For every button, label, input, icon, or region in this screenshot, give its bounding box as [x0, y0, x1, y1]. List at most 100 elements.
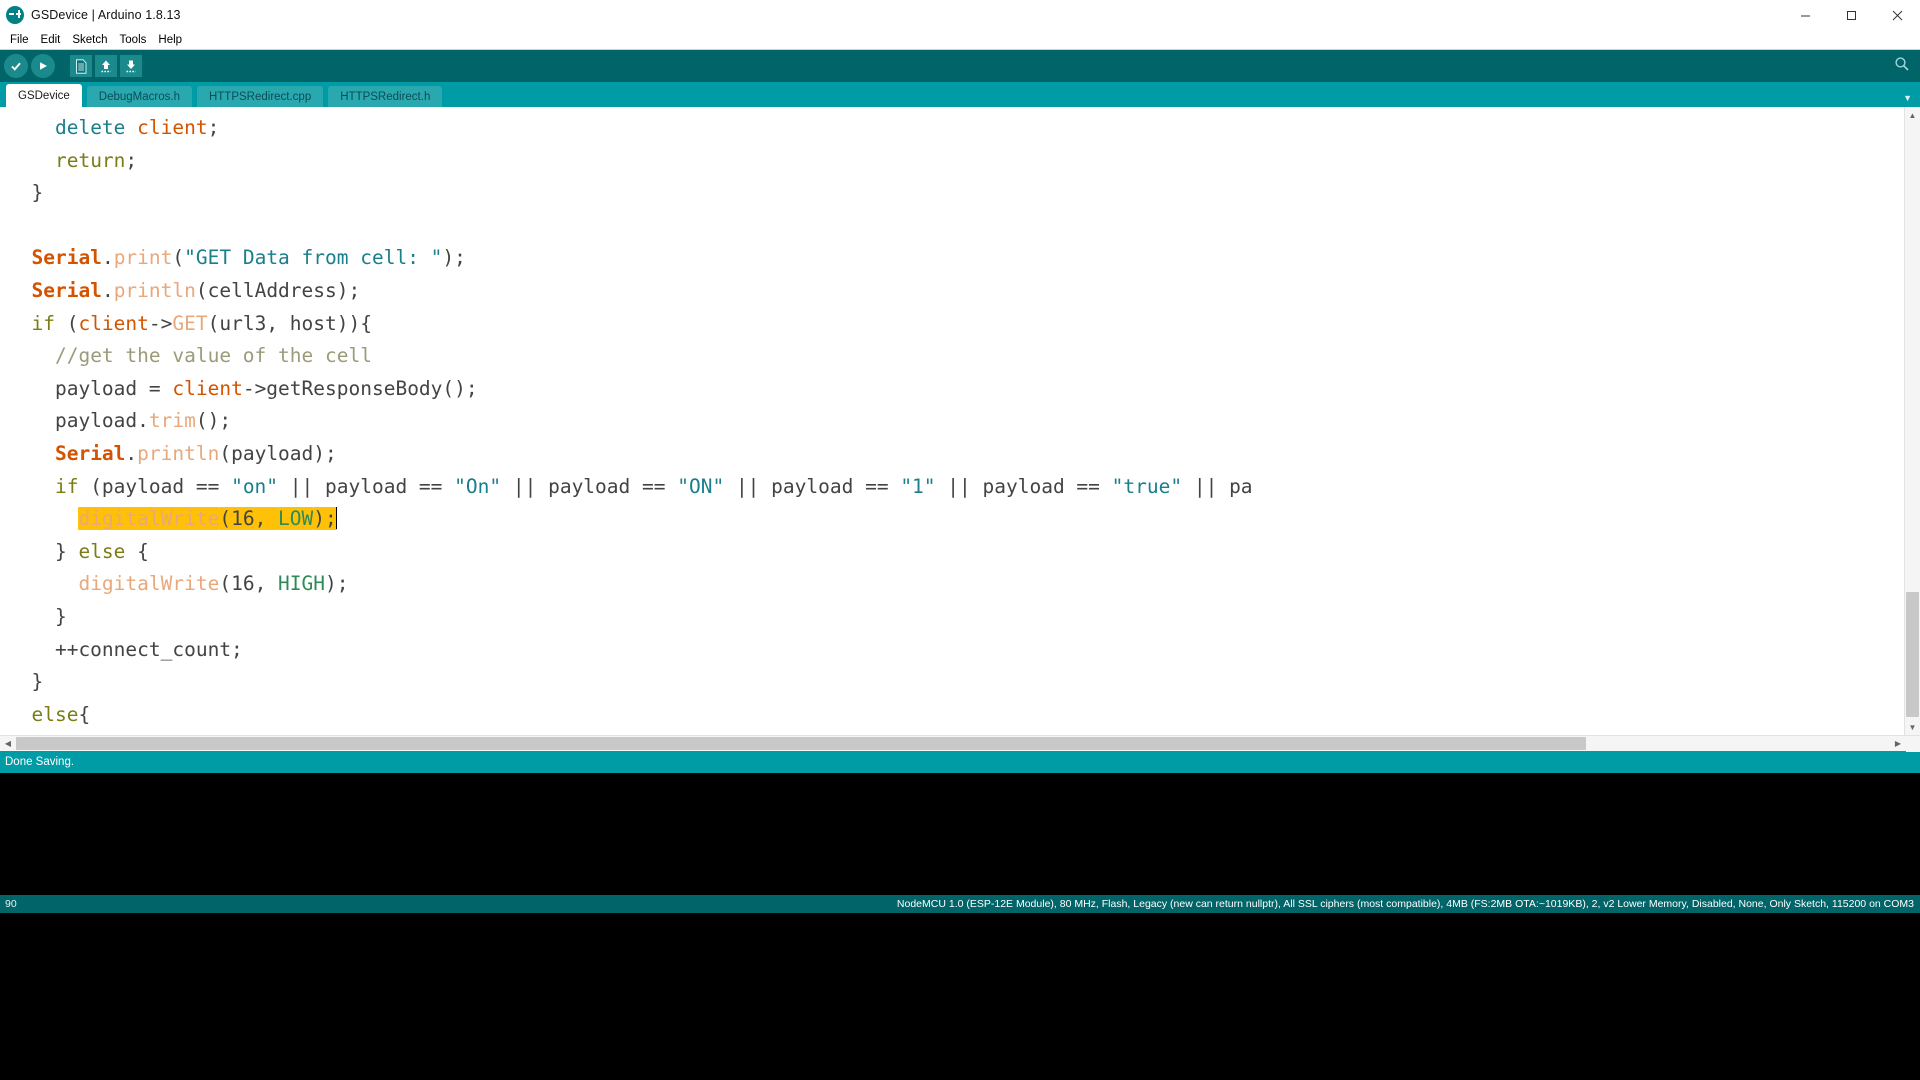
code-line[interactable]: payload.trim(); — [8, 405, 1920, 438]
code-editor[interactable]: delete client; return; } Serial.print("G… — [0, 107, 1920, 735]
serial-monitor-button[interactable] — [1892, 55, 1912, 77]
horizontal-scroll-track[interactable] — [16, 736, 1920, 752]
code-token-selected: digitalWrite — [78, 507, 220, 531]
code-token: (); — [195, 409, 232, 433]
scrollbar-corner — [1906, 736, 1920, 752]
code-token: (url3, host)){ — [207, 311, 372, 335]
open-button[interactable] — [95, 55, 117, 77]
arduino-infinity-icon — [6, 6, 24, 24]
code-token: || payload == — [278, 474, 455, 498]
code-line[interactable]: digitalWrite(16, HIGH); — [8, 568, 1920, 601]
tab-gsdevice[interactable]: GSDevice — [6, 84, 82, 107]
board-config-info: NodeMCU 1.0 (ESP-12E Module), 80 MHz, Fl… — [896, 898, 1914, 910]
code-line[interactable]: } — [8, 666, 1920, 699]
code-line[interactable]: Serial.println(cellAddress); — [8, 275, 1920, 308]
magnifier-icon — [1894, 56, 1910, 77]
code-line[interactable]: } — [8, 177, 1920, 210]
code-line[interactable]: payload = client->getResponseBody(); — [8, 373, 1920, 406]
maximize-button[interactable] — [1828, 0, 1874, 30]
code-token: ++connect_count; — [8, 637, 243, 661]
check-icon — [9, 59, 23, 73]
code-token: if — [31, 311, 55, 335]
code-token: } — [8, 670, 44, 694]
menu-file[interactable]: File — [4, 31, 35, 49]
menu-help[interactable]: Help — [152, 31, 188, 49]
tab-debugmacros-h[interactable]: DebugMacros.h — [86, 86, 192, 107]
menu-sketch[interactable]: Sketch — [66, 31, 113, 49]
upload-button[interactable] — [31, 54, 55, 78]
code-line[interactable]: if (payload == "on" || payload == "On" |… — [8, 471, 1920, 504]
editor-horizontal-scrollbar[interactable]: ◀ ▶ — [0, 735, 1920, 752]
code-token: (payload); — [219, 441, 337, 465]
arrow-up-icon — [99, 59, 113, 74]
code-token: ); — [325, 572, 349, 596]
code-token: ( — [172, 246, 185, 270]
code-token: ->getResponseBody(); — [242, 376, 478, 400]
code-line[interactable]: digitalWrite(16, LOW); — [8, 503, 1920, 536]
code-token: client — [78, 311, 149, 335]
code-token: ); — [442, 246, 466, 270]
code-content[interactable]: delete client; return; } Serial.print("G… — [0, 107, 1920, 731]
code-token: "true" — [1111, 474, 1183, 498]
code-line[interactable]: Serial.print("GET Data from cell: "); — [8, 242, 1920, 275]
code-token: HIGH — [278, 572, 326, 596]
tab-bar: GSDevice DebugMacros.h HTTPSRedirect.cpp… — [0, 82, 1920, 107]
code-token: else — [78, 539, 126, 563]
code-line[interactable]: } else { — [8, 536, 1920, 569]
scroll-left-icon[interactable]: ◀ — [0, 736, 16, 752]
code-line[interactable]: Serial.println(payload); — [8, 438, 1920, 471]
code-token: . — [101, 278, 114, 302]
tab-httpsredirect-h[interactable]: HTTPSRedirect.h — [328, 86, 443, 107]
code-token: println — [113, 278, 196, 302]
code-token: payload = — [8, 376, 173, 400]
code-token: digitalWrite — [78, 572, 220, 596]
horizontal-scroll-thumb[interactable] — [16, 736, 1586, 750]
arrow-right-icon — [36, 59, 50, 73]
code-line[interactable]: ++connect_count; — [8, 634, 1920, 667]
close-button[interactable] — [1874, 0, 1920, 30]
menu-tools[interactable]: Tools — [114, 31, 153, 49]
code-line[interactable]: //get the value of the cell — [8, 340, 1920, 373]
status-message: Done Saving. — [0, 751, 1920, 773]
code-token: "On" — [454, 474, 502, 498]
code-token: { — [78, 702, 91, 726]
menu-edit[interactable]: Edit — [35, 31, 67, 49]
code-line[interactable] — [8, 210, 1920, 243]
code-token: . — [125, 441, 138, 465]
code-token: ( — [54, 311, 79, 335]
code-line[interactable]: else{ — [8, 699, 1920, 732]
code-token: -> — [148, 311, 173, 335]
chevron-down-icon[interactable]: ▼ — [1903, 94, 1912, 103]
code-line[interactable]: return; — [8, 145, 1920, 178]
scroll-up-icon[interactable]: ▲ — [1905, 107, 1920, 123]
code-token: } — [8, 604, 67, 628]
save-button[interactable] — [120, 55, 142, 77]
vertical-scroll-thumb[interactable] — [1906, 592, 1919, 717]
minimize-button[interactable] — [1782, 0, 1828, 30]
code-token: || payload == — [935, 474, 1112, 498]
code-token: client — [172, 376, 243, 400]
code-token: } — [8, 539, 79, 563]
code-token: || payload == — [501, 474, 678, 498]
editor-vertical-scrollbar[interactable]: ▲ ▼ — [1904, 107, 1920, 735]
scroll-down-icon[interactable]: ▼ — [1905, 719, 1920, 735]
console-output[interactable] — [0, 773, 1920, 895]
verify-button[interactable] — [4, 54, 28, 78]
footer-bar: 90 NodeMCU 1.0 (ESP-12E Module), 80 MHz,… — [0, 895, 1920, 913]
scroll-right-icon[interactable]: ▶ — [1890, 736, 1906, 752]
new-button[interactable] — [70, 55, 92, 77]
tab-httpsredirect-cpp[interactable]: HTTPSRedirect.cpp — [196, 86, 324, 107]
code-token: Serial — [31, 246, 102, 270]
code-line[interactable]: } — [8, 601, 1920, 634]
window-title: GSDevice | Arduino 1.8.13 — [31, 8, 181, 22]
arrow-down-icon — [124, 59, 138, 74]
code-line[interactable]: if (client->GET(url3, host)){ — [8, 308, 1920, 341]
code-line[interactable]: delete client; — [8, 112, 1920, 145]
